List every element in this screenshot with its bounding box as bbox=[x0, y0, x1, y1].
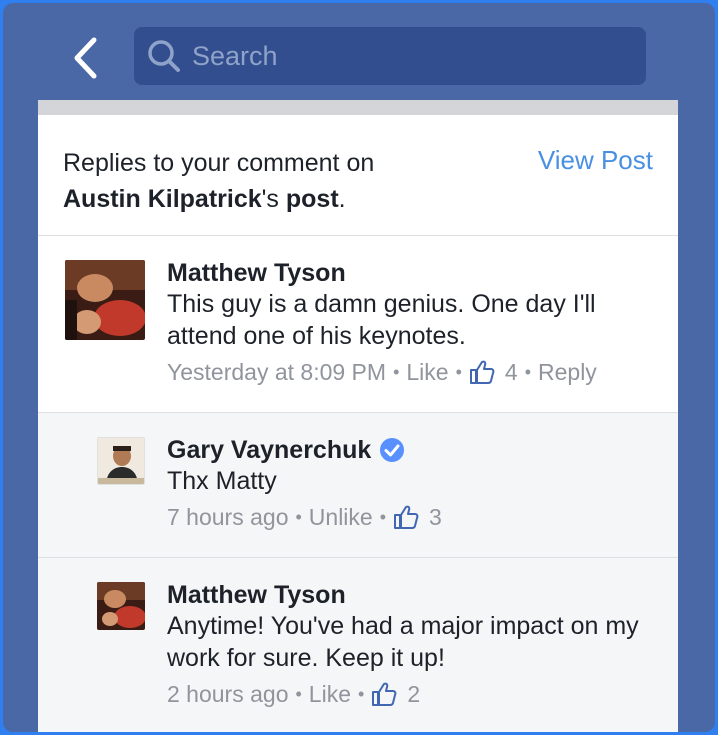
view-post-link[interactable]: View Post bbox=[538, 145, 653, 176]
commenter-name[interactable]: Gary Vaynerchuk bbox=[167, 435, 658, 465]
thumbs-up-icon bbox=[469, 360, 495, 384]
comment-body: Gary Vaynerchuk Thx Matty 7 hours ago • … bbox=[167, 435, 658, 533]
avatar[interactable] bbox=[65, 260, 145, 340]
comment-meta: Yesterday at 8:09 PM • Like • 4 • Reply bbox=[167, 356, 658, 388]
comment-text: Anytime! You've had a major impact on my… bbox=[167, 612, 639, 672]
like-count[interactable]: 3 bbox=[429, 501, 442, 533]
header-possessive: 's bbox=[261, 185, 286, 213]
header-period: . bbox=[338, 185, 346, 213]
separator-dot: • bbox=[358, 684, 365, 704]
reply-button[interactable]: Reply bbox=[538, 356, 597, 388]
comment-timestamp[interactable]: 7 hours ago bbox=[167, 501, 288, 533]
unlike-button[interactable]: Unlike bbox=[309, 501, 373, 533]
comment-body: Matthew Tyson This guy is a damn genius.… bbox=[167, 258, 658, 388]
separator-dot: • bbox=[455, 362, 462, 382]
comment-meta: 2 hours ago • Like • 2 bbox=[167, 678, 658, 710]
like-count[interactable]: 4 bbox=[505, 356, 518, 388]
separator-dot: • bbox=[295, 684, 302, 704]
like-button[interactable]: Like bbox=[309, 678, 351, 710]
comment-item: Matthew Tyson This guy is a damn genius.… bbox=[38, 236, 678, 413]
post-word[interactable]: post bbox=[286, 185, 339, 213]
like-count[interactable]: 2 bbox=[407, 678, 420, 710]
comment-meta: 7 hours ago • Unlike • 3 bbox=[167, 501, 658, 533]
thumbs-up-icon bbox=[372, 682, 397, 706]
separator-dot: • bbox=[393, 362, 400, 382]
commenter-name[interactable]: Matthew Tyson bbox=[167, 258, 658, 288]
comment-timestamp[interactable]: 2 hours ago bbox=[167, 678, 288, 710]
panel-top-divider bbox=[38, 100, 678, 115]
app-frame: Replies to your comment on Austin Kilpat… bbox=[3, 3, 715, 732]
like-button[interactable]: Like bbox=[406, 356, 448, 388]
avatar[interactable] bbox=[97, 582, 145, 630]
comment-item: Matthew Tyson Anytime! You've had a majo… bbox=[38, 558, 678, 732]
replies-header: Replies to your comment on Austin Kilpat… bbox=[38, 115, 678, 236]
verified-badge-icon bbox=[380, 438, 405, 462]
comment-text: Thx Matty bbox=[167, 467, 277, 495]
avatar[interactable] bbox=[97, 437, 145, 485]
separator-dot: • bbox=[379, 507, 387, 527]
comment-timestamp[interactable]: Yesterday at 8:09 PM bbox=[167, 356, 386, 388]
commenter-name[interactable]: Matthew Tyson bbox=[167, 580, 658, 610]
post-author[interactable]: Austin Kilpatrick bbox=[63, 185, 262, 213]
replies-panel: Replies to your comment on Austin Kilpat… bbox=[38, 100, 678, 732]
search-input[interactable] bbox=[192, 40, 612, 72]
search-icon bbox=[146, 38, 182, 74]
separator-dot: • bbox=[295, 507, 302, 527]
chevron-left-icon bbox=[74, 37, 97, 79]
header-prefix: Replies to your comment on bbox=[63, 149, 375, 177]
comment-item: Gary Vaynerchuk Thx Matty 7 hours ago • … bbox=[38, 413, 678, 558]
comment-body: Matthew Tyson Anytime! You've had a majo… bbox=[167, 580, 658, 710]
comment-text: This guy is a damn genius. One day I'll … bbox=[167, 290, 596, 350]
separator-dot: • bbox=[524, 362, 531, 382]
search-bar[interactable] bbox=[134, 27, 646, 85]
thumbs-up-icon bbox=[394, 505, 419, 529]
back-button[interactable] bbox=[65, 35, 105, 81]
